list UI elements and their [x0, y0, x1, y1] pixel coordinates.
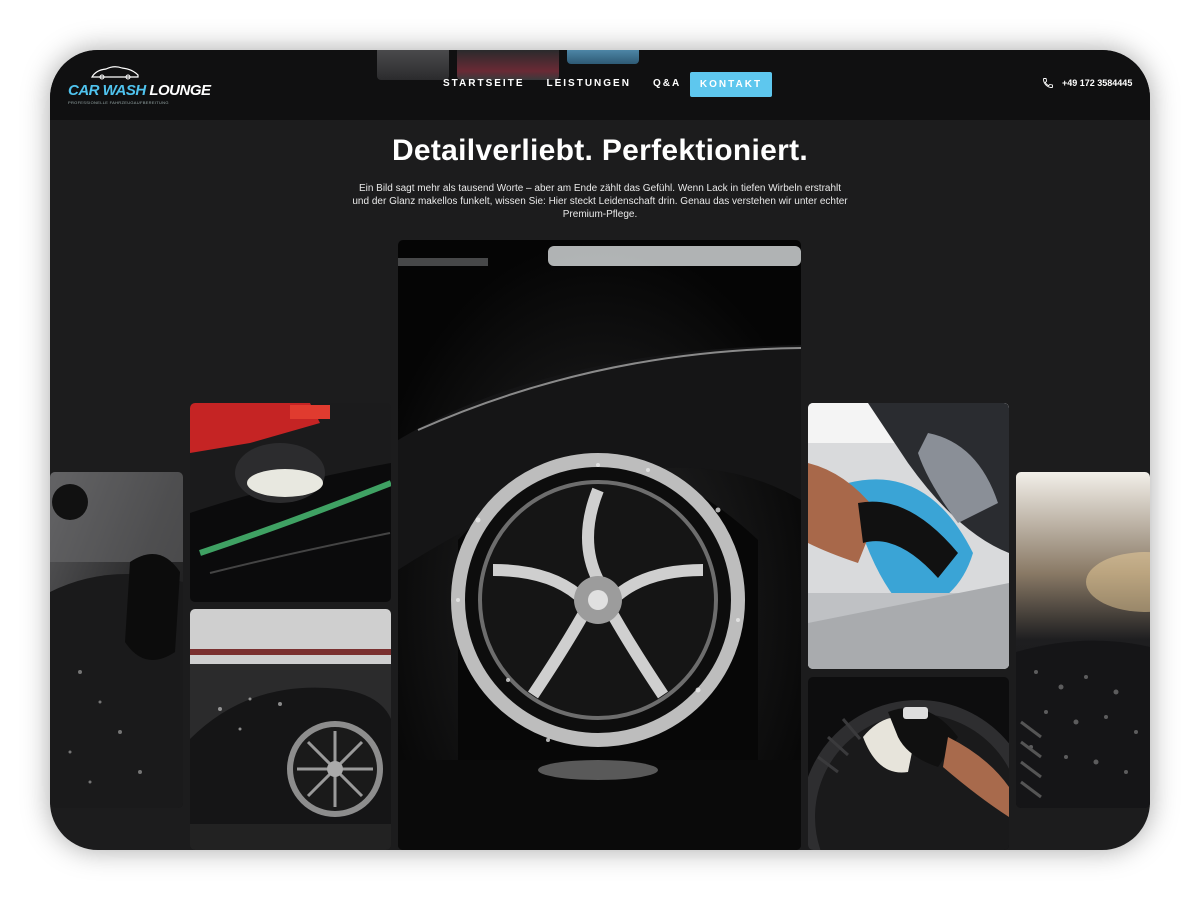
logo-tagline: PROFESSIONELLE FAHRZEUGAUFBEREITUNG [68, 100, 169, 105]
gallery-photo-washing[interactable] [50, 472, 183, 808]
phone-link[interactable]: +49 172 3584445 [1042, 77, 1132, 89]
preview-thumb [457, 50, 559, 80]
phone-icon [1043, 78, 1053, 88]
nav-leistungen[interactable]: LEISTUNGEN [546, 77, 630, 91]
gallery-photo-foamed-car[interactable] [190, 609, 391, 850]
nav-startseite[interactable]: STARTSEITE [443, 77, 524, 91]
logo-name-part2: LOUNGE [149, 82, 211, 99]
car-silhouette-icon [90, 66, 139, 80]
gallery-photo-wheel[interactable] [398, 240, 801, 850]
browser-frame: CAR WASH LOUNGE PROFESSIONELLE FAHRZEUGA… [50, 50, 1150, 850]
top-bar: CAR WASH LOUNGE PROFESSIONELLE FAHRZEUGA… [50, 50, 1150, 120]
gallery-photo-beading[interactable] [1016, 472, 1150, 808]
main-nav: STARTSEITE LEISTUNGEN Q&A [443, 77, 703, 91]
preview-thumb [567, 50, 639, 64]
page-title: Detailverliebt. Perfektioniert. [391, 134, 809, 167]
kontakt-button[interactable]: KONTAKT [690, 72, 772, 97]
logo-wordmark: CAR WASH LOUNGE [68, 82, 211, 99]
gallery-photo-polishing[interactable] [190, 403, 391, 602]
intro-text: Ein Bild sagt mehr als tausend Worte – a… [352, 183, 848, 220]
nav-qa[interactable]: Q&A [653, 77, 681, 91]
preview-thumb [377, 50, 449, 80]
gallery-photo-headlight[interactable] [808, 403, 1009, 669]
site-logo[interactable]: CAR WASH LOUNGE PROFESSIONELLE FAHRZEUGA… [66, 62, 211, 110]
phone-number: +49 172 3584445 [1062, 78, 1133, 88]
gallery-photo-tire[interactable] [808, 677, 1009, 850]
logo-name-part1: CAR WASH [68, 82, 150, 99]
